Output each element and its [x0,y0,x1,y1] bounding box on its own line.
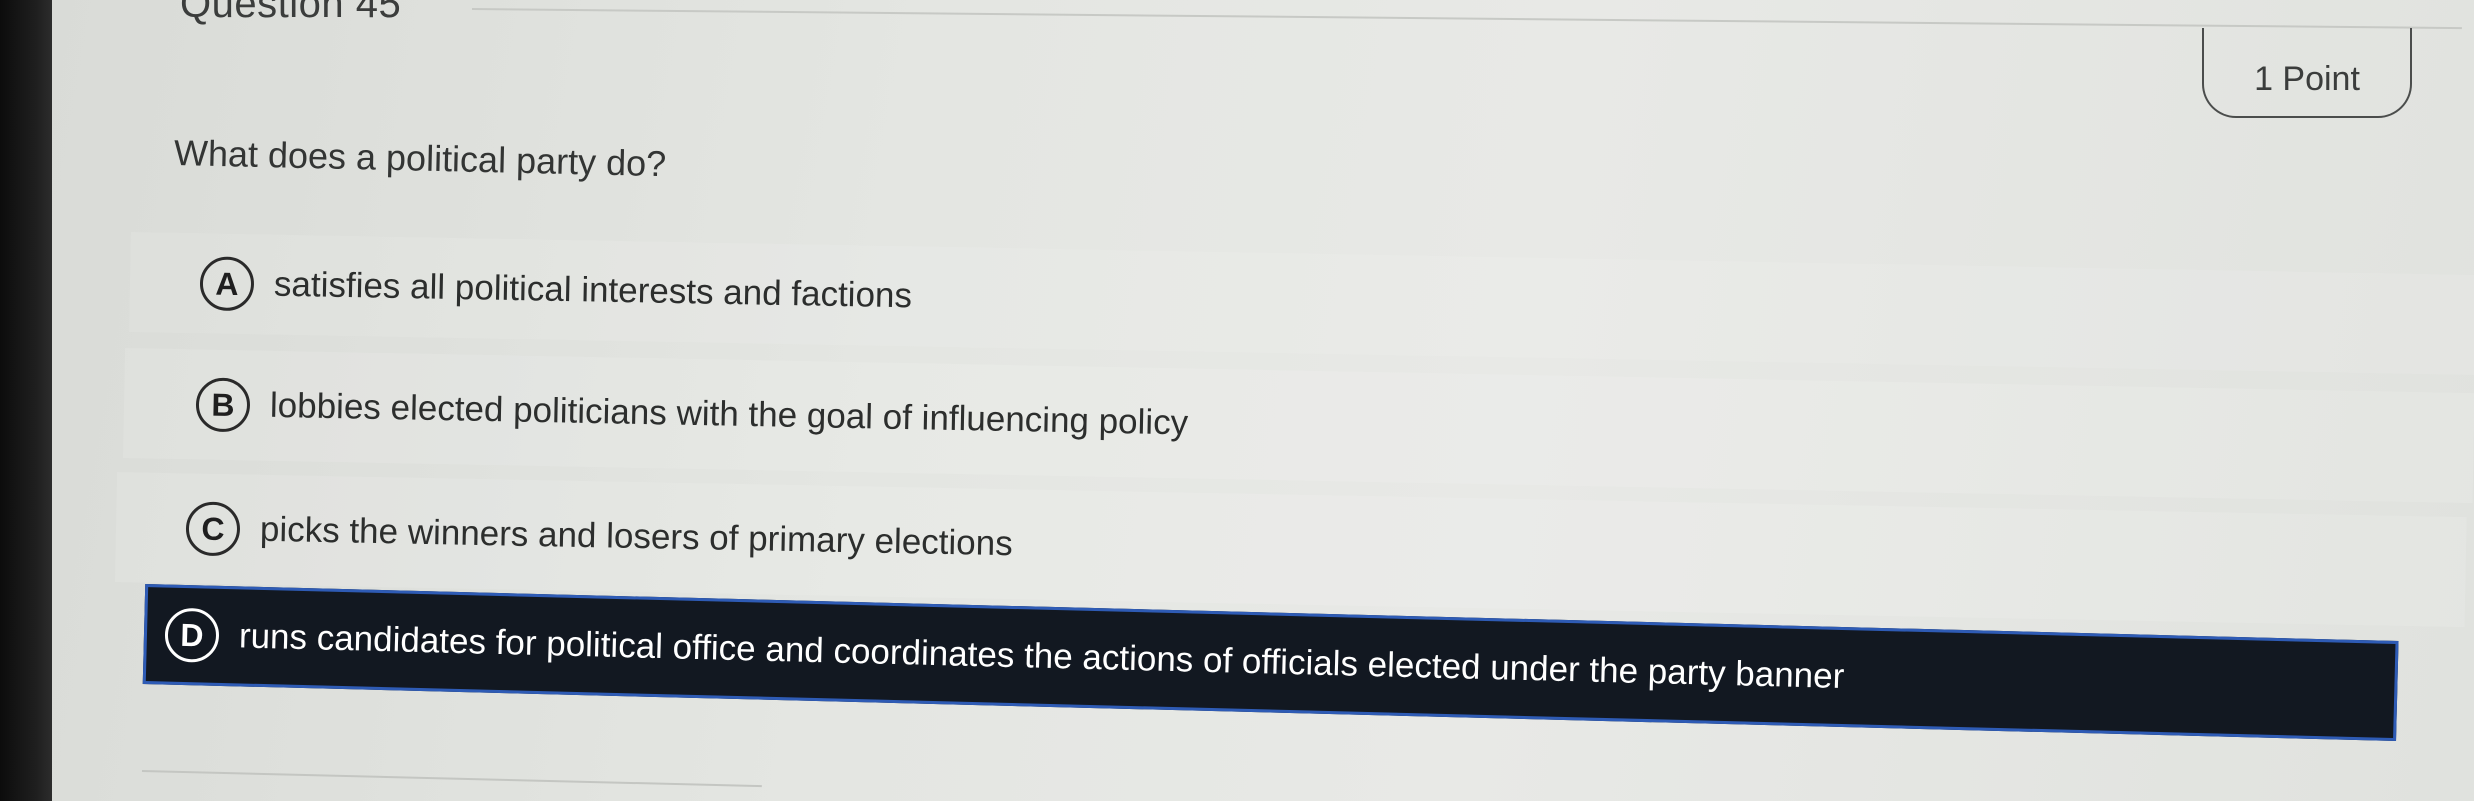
question-number-heading: Question 45 [180,0,402,26]
points-label: 1 Point [2254,60,2360,98]
option-text: runs candidates for political office and… [238,616,1845,697]
option-letter-badge: B [195,377,251,433]
points-badge: 1 Point [2202,28,2412,118]
option-letter-badge: D [164,607,220,663]
quiz-screen: Question 45 1 Point What does a politica… [52,0,2474,801]
header-divider [471,8,2462,30]
option-letter-badge: C [185,501,241,557]
answer-option-a[interactable]: A satisfies all political interests and … [129,232,2474,376]
option-text: satisfies all political interests and fa… [273,264,913,316]
question-prompt: What does a political party do? [173,132,667,185]
option-letter-badge: A [199,256,255,312]
device-bezel [0,0,52,801]
option-text: lobbies elected politicians with the goa… [269,385,1189,443]
option-text: picks the winners and losers of primary … [259,509,1014,564]
footer-divider [141,770,762,788]
